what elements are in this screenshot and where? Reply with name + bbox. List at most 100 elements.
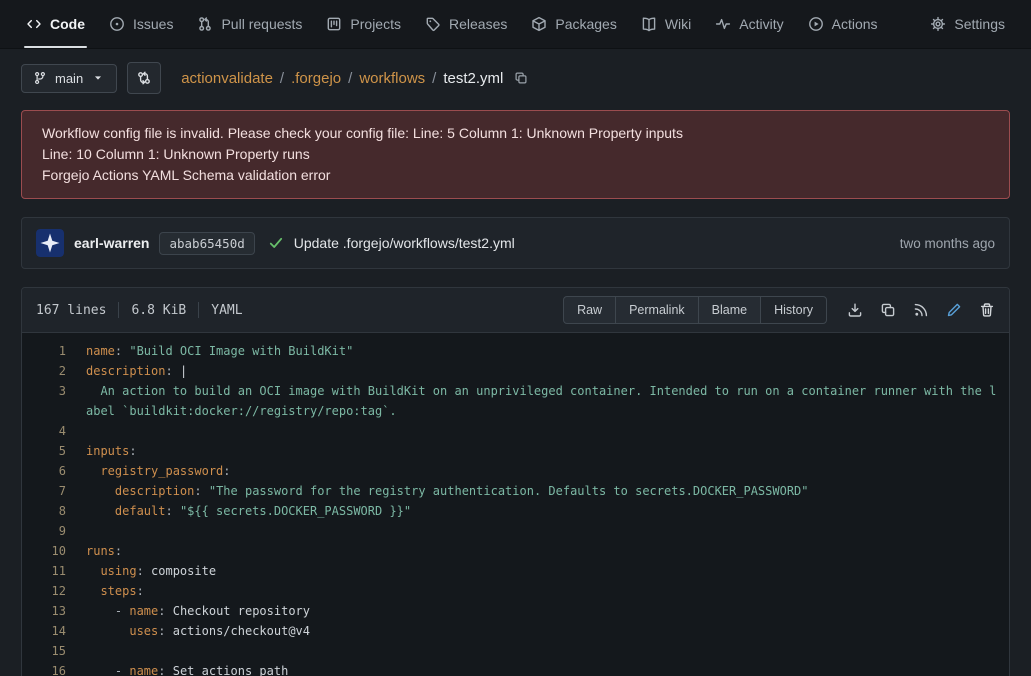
- delete-button[interactable]: [979, 302, 995, 318]
- commit-message[interactable]: Update .forgejo/workflows/test2.yml: [294, 235, 515, 251]
- nav-item-activity[interactable]: Activity: [703, 0, 795, 48]
- nav-item-label: Projects: [350, 16, 401, 32]
- code-content: using: composite: [86, 561, 1009, 581]
- code-token: :: [223, 464, 230, 478]
- nav-item-pull-requests[interactable]: Pull requests: [185, 0, 314, 48]
- error-banner: Workflow config file is invalid. Please …: [21, 110, 1010, 199]
- code-token: description: [86, 364, 165, 378]
- pull-request-icon: [197, 16, 213, 32]
- copy-path-button[interactable]: [514, 71, 528, 85]
- code-token: :: [158, 604, 172, 618]
- code-token: runs: [86, 544, 115, 558]
- code-content: An action to build an OCI image with Bui…: [86, 381, 1009, 421]
- code-line: 10runs:: [22, 541, 1009, 561]
- tag-icon: [425, 16, 441, 32]
- history-button[interactable]: History: [760, 296, 827, 324]
- permalink-button[interactable]: Permalink: [615, 296, 699, 324]
- breadcrumb-separator: /: [348, 70, 352, 87]
- code-token: using: [100, 564, 136, 578]
- line-number[interactable]: 7: [22, 481, 86, 501]
- rss-button[interactable]: [913, 302, 929, 318]
- line-number[interactable]: 13: [22, 601, 86, 621]
- breadcrumb-item-workflows[interactable]: workflows: [359, 70, 425, 87]
- download-icon: [847, 302, 863, 318]
- code-content: inputs:: [86, 441, 1009, 461]
- code-token: inputs: [86, 444, 129, 458]
- download-button[interactable]: [847, 302, 863, 318]
- breadcrumb-item-actionvalidate[interactable]: actionvalidate: [181, 70, 273, 87]
- code-token: :: [115, 344, 129, 358]
- commit-author[interactable]: earl-warren: [74, 235, 149, 251]
- code-token: :: [137, 564, 151, 578]
- nav-item-label: Actions: [832, 16, 878, 32]
- code-lines: 1name: "Build OCI Image with BuildKit"2d…: [22, 333, 1009, 676]
- nav-item-wiki[interactable]: Wiki: [629, 0, 703, 48]
- file-size: 6.8 KiB: [131, 303, 186, 318]
- code-token: [86, 564, 100, 578]
- breadcrumb-separator: /: [432, 70, 436, 87]
- nav-item-projects[interactable]: Projects: [314, 0, 413, 48]
- nav-item-label: Wiki: [665, 16, 691, 32]
- line-number[interactable]: 16: [22, 661, 86, 676]
- line-number[interactable]: 2: [22, 361, 86, 381]
- line-number[interactable]: 6: [22, 461, 86, 481]
- nav-item-settings[interactable]: Settings: [918, 0, 1017, 48]
- nav-item-label: Code: [50, 16, 85, 32]
- nav-item-issues[interactable]: Issues: [97, 0, 185, 48]
- code-token: name: [86, 344, 115, 358]
- line-number[interactable]: 4: [22, 421, 86, 441]
- edit-button[interactable]: [946, 302, 962, 318]
- code-token: :: [158, 624, 172, 638]
- line-number[interactable]: 12: [22, 581, 86, 601]
- code-token: :: [165, 364, 179, 378]
- code-token: :: [115, 544, 122, 558]
- code-token: Set actions path: [173, 664, 289, 676]
- code-line: 3 An action to build an OCI image with B…: [22, 381, 1009, 421]
- breadcrumb-item--forgejo[interactable]: .forgejo: [291, 70, 341, 87]
- line-number[interactable]: 10: [22, 541, 86, 561]
- check-icon: [268, 235, 284, 251]
- projects-icon: [326, 16, 342, 32]
- branch-select-button[interactable]: main: [21, 64, 117, 93]
- repo-bar: main actionvalidate / .forgejo / workflows / t…: [0, 49, 1031, 104]
- nav-item-actions[interactable]: Actions: [796, 0, 890, 48]
- raw-button[interactable]: Raw: [563, 296, 616, 324]
- nav-item-label: Settings: [954, 16, 1005, 32]
- branch-name: main: [55, 71, 83, 86]
- line-number[interactable]: 14: [22, 621, 86, 641]
- nav-item-label: Issues: [133, 16, 173, 32]
- line-number[interactable]: 9: [22, 521, 86, 541]
- commit-sha[interactable]: abab65450d: [159, 232, 254, 255]
- line-number[interactable]: 1: [22, 341, 86, 361]
- file-header: 167 lines 6.8 KiB YAML RawPermalinkBlame…: [22, 288, 1009, 333]
- line-number[interactable]: 3: [22, 381, 86, 421]
- line-number[interactable]: 15: [22, 641, 86, 661]
- file-lines-count: 167 lines: [36, 303, 106, 318]
- code-token: [86, 504, 115, 518]
- blame-button[interactable]: Blame: [698, 296, 761, 324]
- repo-file-page: CodeIssuesPull requestsProjectsReleasesP…: [0, 0, 1031, 676]
- nav-item-releases[interactable]: Releases: [413, 0, 519, 48]
- code-token: [86, 484, 115, 498]
- copy-button[interactable]: [880, 302, 896, 318]
- breadcrumb: actionvalidate / .forgejo / workflows / test2.…: [181, 70, 528, 87]
- line-number[interactable]: 5: [22, 441, 86, 461]
- compare-button[interactable]: [127, 62, 161, 94]
- line-number[interactable]: 11: [22, 561, 86, 581]
- breadcrumb-item-test2-yml: test2.yml: [443, 70, 503, 87]
- copy-icon: [880, 302, 896, 318]
- line-number[interactable]: 8: [22, 501, 86, 521]
- code-token: default: [115, 504, 166, 518]
- breadcrumb-separator: /: [280, 70, 284, 87]
- top-nav-spacer: [890, 0, 919, 48]
- code-line: 5inputs:: [22, 441, 1009, 461]
- error-message-line: Forgejo Actions YAML Schema validation e…: [42, 165, 989, 186]
- code-content: - name: Checkout repository: [86, 601, 1009, 621]
- nav-item-code[interactable]: Code: [14, 0, 97, 48]
- code-token: -: [86, 604, 129, 618]
- code-line: 8 default: "${{ secrets.DOCKER_PASSWORD …: [22, 501, 1009, 521]
- avatar[interactable]: [36, 229, 64, 257]
- branch-icon: [33, 71, 47, 85]
- nav-item-packages[interactable]: Packages: [519, 0, 628, 48]
- code-line: 1name: "Build OCI Image with BuildKit": [22, 341, 1009, 361]
